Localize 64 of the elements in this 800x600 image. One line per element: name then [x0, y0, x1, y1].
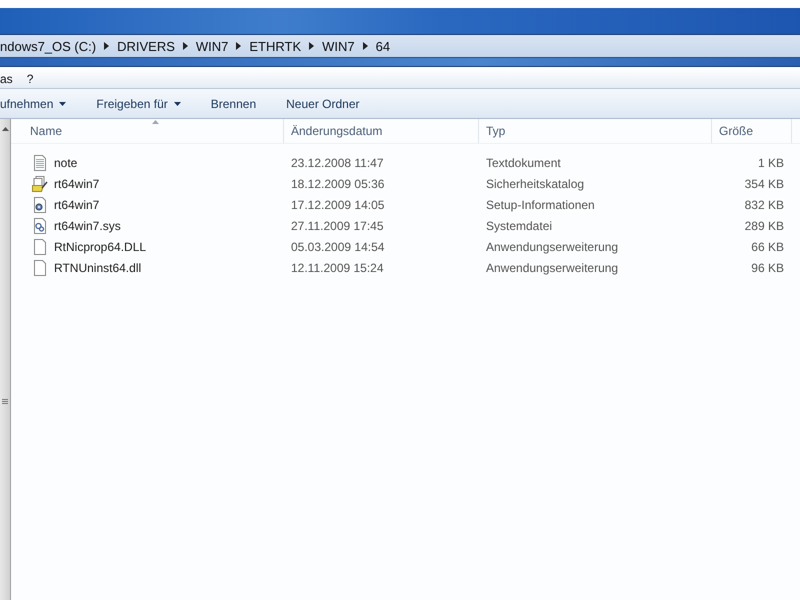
text-document-icon	[32, 154, 48, 170]
scrollbar[interactable]	[0, 119, 11, 600]
toolbar-button[interactable]: ufnehmen	[0, 92, 78, 116]
type-cell-text: Systemdatei	[485, 218, 554, 232]
system-file-icon	[32, 218, 48, 234]
date-cell-text: 17.12.2009 14:05	[290, 198, 386, 212]
file-name: note	[54, 156, 78, 170]
column-header[interactable]: Name	[11, 119, 284, 143]
scroll-grip-icon[interactable]	[2, 399, 8, 405]
menu-item[interactable]: as	[0, 72, 13, 86]
file-name: RtNicprop64.DLL	[54, 240, 146, 254]
size-cell-text: 289 KB	[744, 218, 784, 232]
size-cell-text: 1 KB	[756, 156, 784, 170]
date-cell-text: 05.03.2009 14:54	[290, 240, 386, 254]
breadcrumb-arrow-icon[interactable]	[236, 42, 242, 50]
file-name: rt64win7.sys	[54, 218, 121, 232]
column-header[interactable]: Typ	[479, 119, 712, 143]
file-name: rt64win7	[54, 198, 100, 212]
breadcrumb-arrow-icon[interactable]	[104, 42, 110, 50]
column-header[interactable]: Änderungsdatum	[284, 119, 479, 143]
breadcrumb-arrow-icon[interactable]	[182, 42, 188, 50]
file-row[interactable]: RtNicprop64.DLL 05.03.2009 14:54 Anwendungserweiterung 66 KB	[11, 236, 800, 257]
breadcrumb-arrow-icon[interactable]	[309, 42, 314, 50]
breadcrumb-item[interactable]: WIN7	[322, 38, 355, 54]
size-cell-text: 832 KB	[744, 198, 784, 212]
file-row[interactable]: rt64win7.sys 27.11.2009 17:45 Systemdatei 289 KB	[11, 215, 800, 236]
breadcrumb-item[interactable]: DRIVERS	[117, 38, 175, 54]
type-cell-text: Textdokument	[485, 156, 562, 170]
file-row[interactable]: RTNUninst64.dll 12.11.2009 15:24 Anwendungserweiterung 96 KB	[11, 257, 800, 278]
date-cell-text: 23.12.2008 11:47	[290, 156, 385, 170]
caret-icon	[59, 102, 66, 106]
date-cell-text: 18.12.2009 05:36	[290, 176, 386, 190]
blank-file-icon	[32, 260, 48, 276]
toolbar-button[interactable]: Neuer Ordner	[274, 92, 372, 116]
size-cell-text: 66 KB	[750, 240, 784, 254]
toolbar-button[interactable]: Brennen	[198, 92, 268, 116]
sort-arrow-icon	[152, 120, 159, 124]
breadcrumb-arrow-icon[interactable]	[362, 42, 368, 50]
gear-document-icon	[32, 196, 48, 212]
type-cell-text: Setup-Informationen	[485, 198, 596, 212]
file-name: rt64win7	[54, 176, 100, 190]
scroll-up-icon[interactable]	[2, 127, 8, 131]
address-bar[interactable]: ndows7_OS (C:) DRIVERS WIN7 ETHRTK WIN7 64	[0, 34, 800, 58]
blank-file-icon	[32, 238, 48, 254]
menu-item[interactable]: ?	[26, 72, 34, 86]
date-cell-text: 12.11.2009 15:24	[290, 260, 385, 274]
type-cell-text: Sicherheitskatalog	[485, 176, 586, 190]
certificate-file-icon	[32, 176, 48, 192]
breadcrumb-item[interactable]: ETHRTK	[249, 38, 302, 54]
type-cell-text: Anwendungserweiterung	[485, 260, 620, 274]
breadcrumb-item[interactable]: 64	[376, 38, 390, 54]
type-cell-text: Anwendungserweiterung	[485, 240, 620, 254]
toolbar-button[interactable]: Freigeben für	[84, 92, 193, 116]
file-row[interactable]: rt64win7 18.12.2009 05:36 Sicherheitskatalog 354 KB	[11, 173, 800, 194]
column-header[interactable]: Größe	[712, 119, 792, 143]
breadcrumb-item[interactable]: WIN7	[196, 38, 228, 54]
file-name: RTNUninst64.dll	[54, 260, 142, 274]
breadcrumb-item[interactable]: ndows7_OS (C:)	[0, 38, 96, 54]
file-row[interactable]: rt64win7 17.12.2009 14:05 Setup-Informationen 832 KB	[11, 194, 800, 215]
size-cell-text: 354 KB	[744, 176, 784, 190]
caret-icon	[174, 102, 181, 106]
file-row[interactable]: note 23.12.2008 11:47 Textdokument 1 KB	[11, 152, 800, 173]
date-cell-text: 27.11.2009 17:45	[290, 218, 385, 232]
size-cell-text: 96 KB	[750, 260, 784, 274]
